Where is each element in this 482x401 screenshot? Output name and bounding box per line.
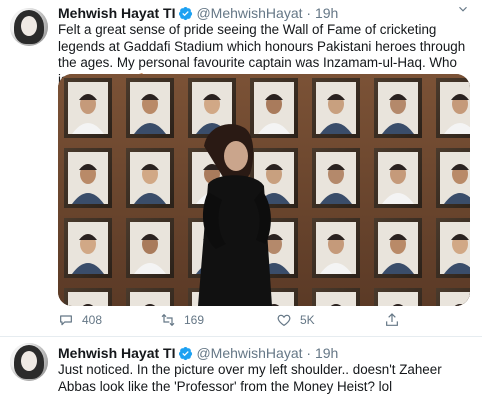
wall-portrait	[126, 148, 174, 208]
separator-dot: ·	[306, 345, 312, 361]
like-button[interactable]: 5K	[276, 310, 315, 330]
verified-badge-icon	[179, 6, 193, 21]
wall-portrait	[312, 148, 360, 208]
reply-icon	[60, 315, 72, 326]
share-button[interactable]	[384, 310, 408, 330]
wall-portrait	[64, 218, 112, 278]
wall-portrait	[374, 218, 422, 278]
retweet-button[interactable]: 169	[160, 310, 204, 330]
wall-portrait	[374, 288, 422, 306]
author-name[interactable]: Mehwish Hayat TI	[58, 345, 175, 361]
wall-portrait	[64, 288, 112, 306]
wall-portrait	[374, 78, 422, 138]
wall-portrait	[126, 288, 174, 306]
wall-portrait	[312, 218, 360, 278]
chevron-down-icon[interactable]	[456, 2, 470, 16]
wall-portrait	[436, 148, 470, 208]
wall-portrait	[126, 78, 174, 138]
author-handle[interactable]: @MehwishHayat	[196, 345, 302, 361]
tweet[interactable]: Mehwish Hayat TI @MehwishHayat · 19h Felt…	[0, 0, 482, 334]
author-name[interactable]: Mehwish Hayat TI	[58, 5, 175, 21]
wall-portrait	[436, 218, 470, 278]
tweet-actions: 408 169 5K	[58, 310, 470, 330]
avatar[interactable]	[10, 343, 48, 381]
heart-icon	[277, 314, 291, 327]
wall-portrait	[436, 288, 470, 306]
wall-portrait	[312, 288, 360, 306]
tweet-time[interactable]: 19h	[315, 5, 338, 21]
like-count: 5K	[300, 313, 315, 327]
reply-count: 408	[82, 313, 103, 327]
wall-portrait	[64, 78, 112, 138]
retweet-icon	[161, 313, 175, 327]
author-handle[interactable]: @MehwishHayat	[196, 5, 302, 21]
wall-portrait	[312, 78, 360, 138]
wall-portrait	[250, 78, 298, 138]
share-icon	[386, 313, 398, 326]
tweet[interactable]: Mehwish Hayat TI @MehwishHayat · 19h Just…	[0, 337, 482, 401]
wall-portrait	[64, 148, 112, 208]
wall-portrait	[126, 218, 174, 278]
tweet-photo[interactable]	[58, 74, 470, 306]
tweet-header: Mehwish Hayat TI @MehwishHayat · 19h	[58, 4, 338, 22]
reply-button[interactable]: 408	[58, 310, 102, 330]
tweet-time[interactable]: 19h	[315, 345, 338, 361]
retweet-count: 169	[184, 313, 205, 327]
photo-wall-of-fame	[58, 74, 470, 306]
tweet-header: Mehwish Hayat TI @MehwishHayat · 19h	[58, 344, 338, 362]
wall-portrait	[374, 148, 422, 208]
separator-dot: ·	[306, 5, 312, 21]
tweet-text: Just noticed. In the picture over my lef…	[58, 362, 442, 394]
verified-badge-icon	[179, 346, 193, 361]
wall-portrait	[436, 78, 470, 138]
avatar[interactable]	[10, 8, 48, 46]
